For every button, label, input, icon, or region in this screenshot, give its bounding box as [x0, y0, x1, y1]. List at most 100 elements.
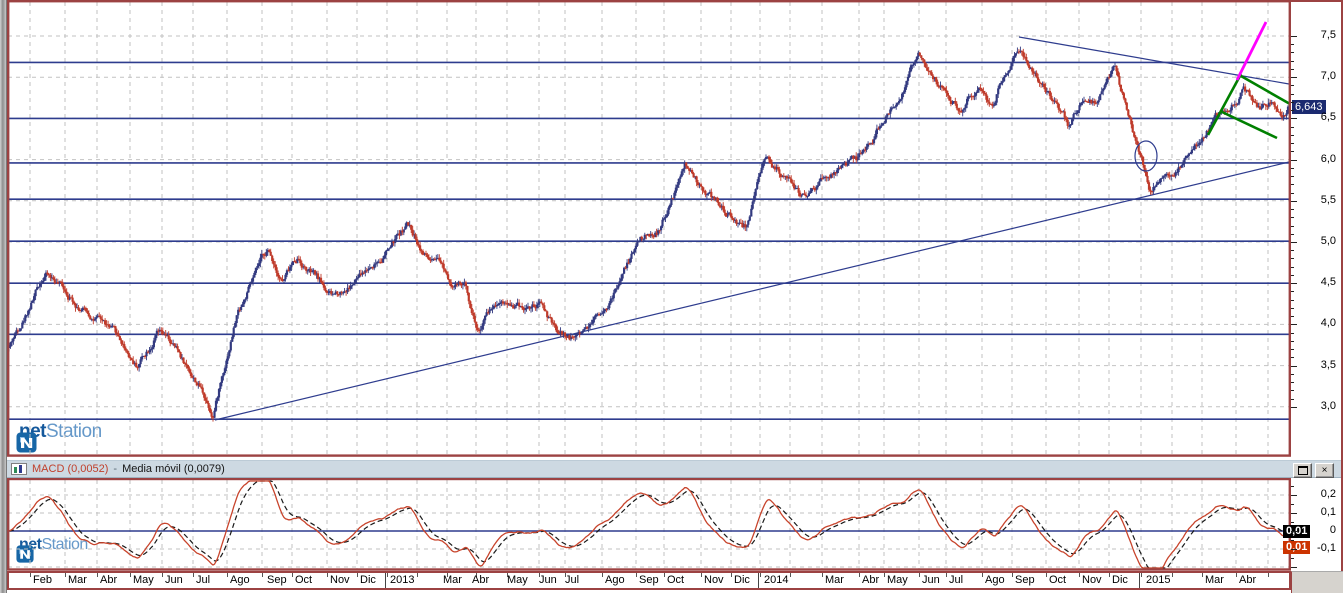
maximize-icon	[1297, 466, 1308, 475]
time-axis-tick	[387, 573, 388, 577]
time-axis-tick	[982, 573, 983, 577]
price-axis-tick	[1291, 341, 1294, 342]
price-axis-tick	[1291, 300, 1294, 301]
time-axis-label: Sep	[1015, 574, 1035, 586]
time-axis-label: Abr	[472, 574, 490, 586]
time-axis-tick	[1079, 573, 1080, 577]
macd-axis-label: 0,2	[1320, 488, 1336, 500]
price-axis-label: 4,5	[1320, 276, 1336, 289]
price-axis-tick	[1291, 390, 1294, 391]
macd-y-axis: 0,01 0,01 0,2 0,1 0 -0,1	[1283, 478, 1343, 571]
year-separator	[758, 573, 759, 588]
time-axis-tick	[1046, 573, 1047, 577]
price-axis-tick	[1291, 242, 1297, 243]
price-axis-label: 5,0	[1320, 235, 1336, 247]
price-axis-label: 5,5	[1320, 193, 1336, 206]
time-axis-tick	[636, 573, 637, 577]
macd-axis-tick	[1291, 558, 1294, 559]
time-axis-label: Oct	[295, 574, 313, 586]
time-axis-tick	[1236, 573, 1237, 577]
price-axis-tick	[1291, 184, 1294, 185]
price-axis-tick	[1291, 151, 1294, 152]
time-axis-tick	[162, 573, 163, 577]
time-axis-tick	[65, 573, 66, 577]
year-separator	[1139, 573, 1140, 588]
macd-axis-tick	[1291, 504, 1294, 505]
price-y-axis: 6,643 7,5 7,0 6,5 6,0 5,5 5,0 4,5 4,0 3,5 3,0	[1291, 0, 1343, 458]
time-axis-tick	[701, 573, 702, 577]
close-button[interactable]: ×	[1315, 463, 1334, 478]
time-axis-label: May	[507, 574, 528, 586]
time-axis-label: Abr	[1239, 574, 1257, 586]
price-chart-plot[interactable]	[0, 0, 1291, 458]
time-axis-label: 2015	[1146, 574, 1171, 586]
time-axis-label: Sep	[267, 574, 287, 586]
time-axis-label: Jun	[922, 574, 940, 586]
time-axis-tick	[417, 573, 418, 577]
price-axis-tick	[1291, 283, 1297, 284]
time-axis-tick	[193, 573, 194, 577]
time-axis-label: Abr	[100, 574, 118, 586]
price-axis-tick	[1291, 127, 1294, 128]
time-axis-label: 2013	[390, 574, 415, 586]
time-axis-tick	[1268, 573, 1269, 577]
price-axis-tick	[1291, 69, 1294, 70]
time-axis-tick	[97, 573, 98, 577]
price-axis-label: 7,0	[1320, 70, 1336, 83]
time-axis-label: Dic	[734, 574, 750, 586]
price-axis-tick	[1291, 374, 1294, 375]
price-axis-tick	[1291, 333, 1294, 334]
macd-panel-header[interactable]: MACD (0,0052) - Media móvil (0,0079) ×	[7, 460, 1343, 478]
time-axis-tick	[357, 573, 358, 577]
price-axis-tick	[1291, 217, 1294, 218]
year-separator	[385, 573, 386, 588]
time-axis-tick	[822, 573, 823, 577]
price-axis-tick	[1291, 168, 1294, 169]
macd-axis-tick	[1291, 513, 1297, 514]
price-axis-tick	[1291, 193, 1294, 194]
macd-axis-tick	[1291, 486, 1294, 487]
title-separator: -	[113, 463, 118, 475]
maximize-button[interactable]	[1293, 463, 1312, 478]
price-axis-tick	[1291, 94, 1294, 95]
price-axis-label: 3,5	[1320, 358, 1336, 371]
price-axis-tick	[1291, 382, 1294, 383]
time-axis-label: Feb	[33, 574, 52, 586]
price-axis-tick	[1291, 77, 1297, 78]
netstation-chart-window: netStation netStation 6,643 7,5 7,0 6,5 6,0…	[0, 0, 1343, 593]
time-axis[interactable]: Feb Mar Abr May Jun Jul Ago Sep Oct Nov Dic 2013 Mar…	[7, 571, 1291, 590]
macd-plot[interactable]	[0, 478, 1291, 571]
bottom-right-corner	[1291, 571, 1343, 593]
time-axis-label: Ago	[230, 574, 250, 586]
time-axis-label: Mar	[443, 574, 462, 586]
price-axis-label: 3,0	[1320, 399, 1336, 412]
macd-axis-label: 0,1	[1320, 506, 1336, 518]
price-axis-tick	[1291, 357, 1294, 358]
price-axis-tick	[1291, 258, 1294, 259]
price-axis-tick	[1291, 324, 1297, 325]
time-axis-tick	[884, 573, 885, 577]
price-axis-tick	[1291, 316, 1294, 317]
price-axis-label: 7,5	[1320, 29, 1336, 41]
price-axis-tick	[1291, 366, 1297, 367]
price-axis-tick	[1291, 110, 1294, 111]
macd-axis-tick	[1291, 522, 1294, 523]
indicator-icon	[11, 463, 27, 475]
time-axis-label: Jul	[565, 574, 580, 586]
time-axis-label: Oct	[667, 574, 685, 586]
time-axis-label: Abr	[862, 574, 880, 586]
time-axis-tick	[1141, 573, 1142, 577]
time-axis-tick	[130, 573, 131, 577]
price-axis-tick	[1291, 399, 1294, 400]
time-axis-label: May	[133, 574, 154, 586]
time-axis-label: Mar	[68, 574, 87, 586]
macd-title: MACD (0,0052)	[32, 463, 109, 475]
time-axis-label: 2014	[764, 574, 789, 586]
time-axis-label: Dic	[1112, 574, 1128, 586]
time-axis-tick	[327, 573, 328, 577]
macd-axis-label: 0	[1329, 524, 1336, 536]
time-axis-label: Sep	[639, 574, 659, 586]
time-axis-tick	[1202, 573, 1203, 577]
price-axis-tick	[1291, 407, 1297, 408]
price-axis-tick	[1291, 61, 1294, 62]
